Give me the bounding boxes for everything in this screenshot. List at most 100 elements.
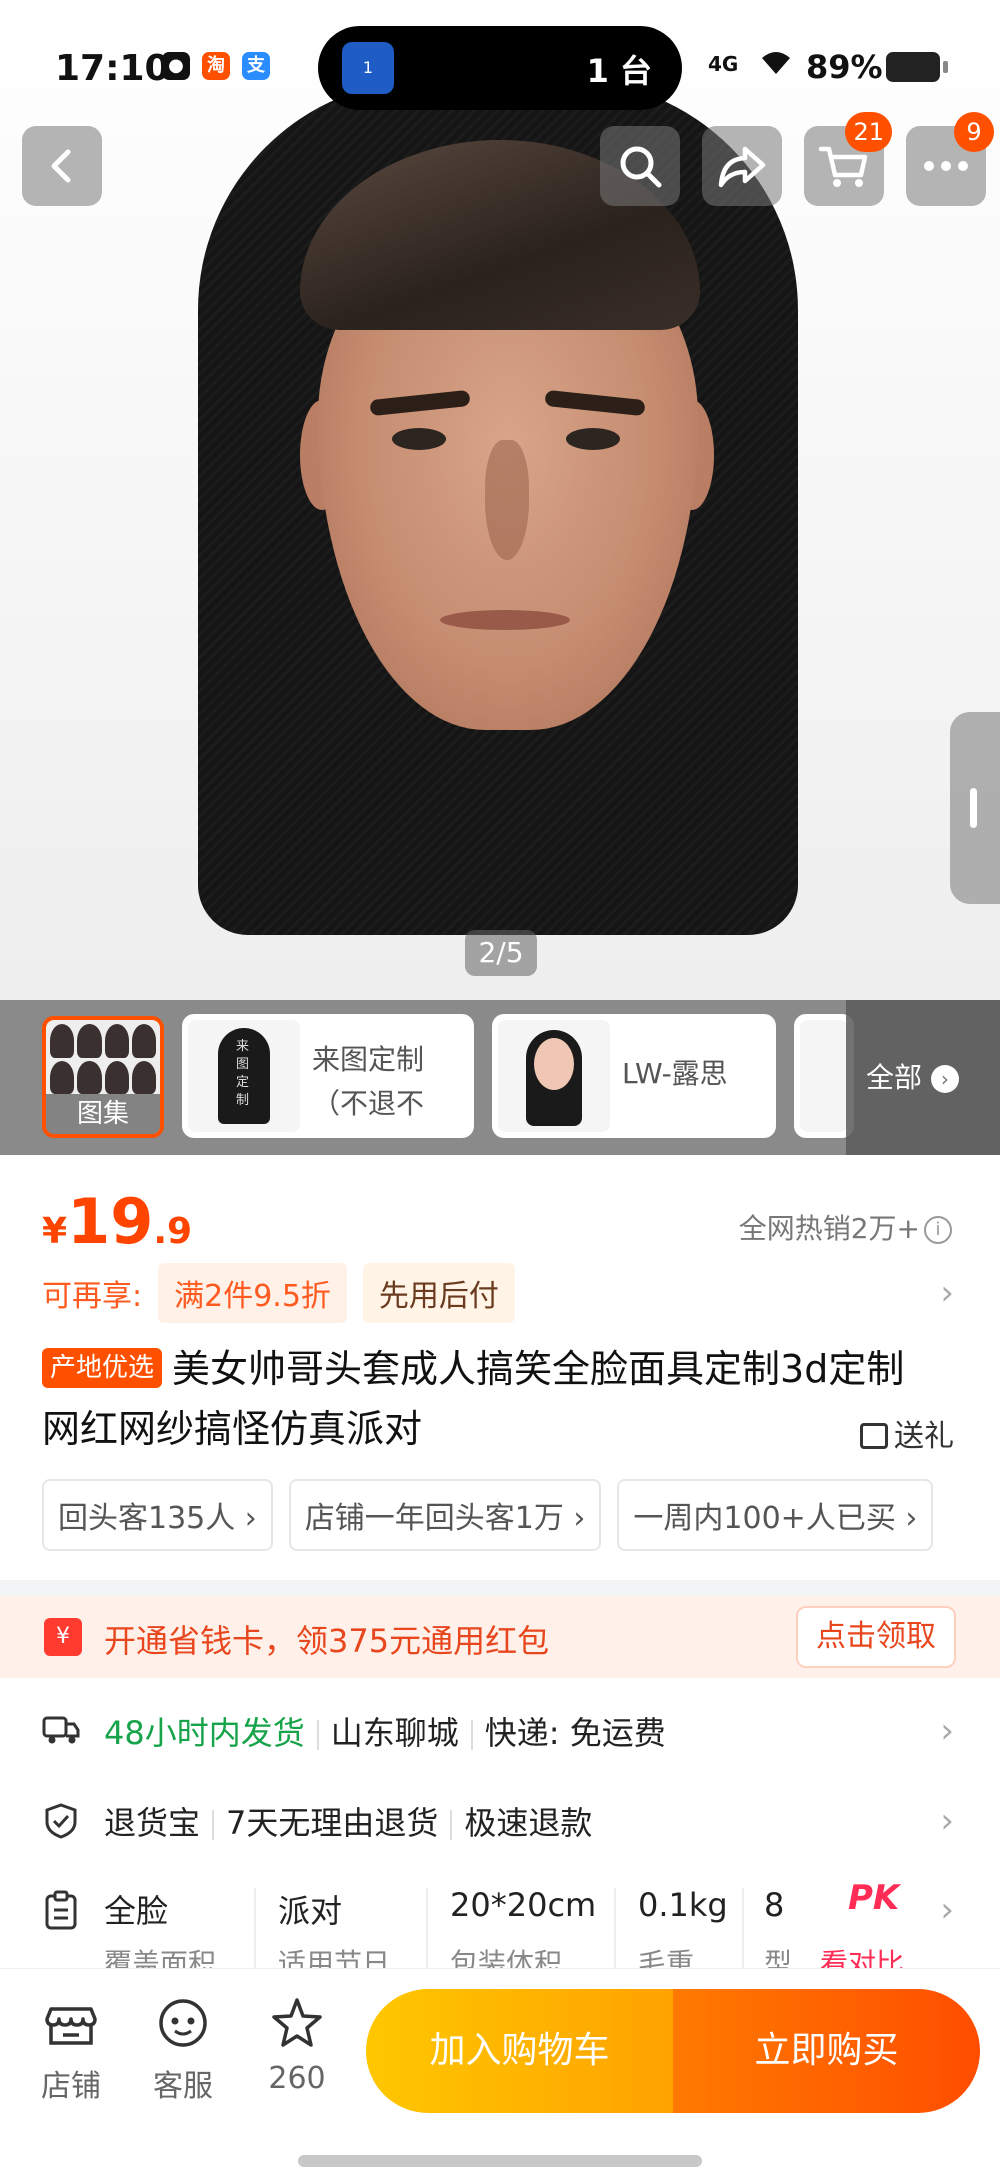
island-text: 1 台 xyxy=(586,52,652,90)
product-info: ¥19.9 全网热销2万+ i 可再享: 满2件9.5折 先用后付 › 产地优选美… xyxy=(0,1155,1000,1580)
bottom-action-bar: 店铺 客服 260 加入购物车 立即购买 xyxy=(0,1968,1000,2183)
sales-hot-label: 全网热销2万+ xyxy=(738,1212,920,1245)
pk-compare-icon[interactable]: PK xyxy=(848,1878,899,1918)
sku-custom-line2: （不退不 xyxy=(312,1087,425,1120)
price-decimal: .9 xyxy=(153,1211,193,1252)
savings-card-banner: ¥ 开通省钱卡，领375元通用红包 点击领取 xyxy=(0,1596,1000,1678)
spec-festival-value: 派对 xyxy=(278,1892,343,1930)
cart-button[interactable]: 21 xyxy=(804,112,892,206)
returns-row[interactable]: 退货宝 7天无理由退货 极速退款 › xyxy=(0,1776,1000,1866)
spec-divider xyxy=(614,1888,616,1968)
sku-gallery-thumb[interactable]: 图集 xyxy=(42,1016,164,1138)
favorite-tab[interactable]: 260 xyxy=(252,1995,342,2096)
promo-discount-tag: 满2件9.5折 xyxy=(158,1263,347,1323)
shipping-fee: 快递: 免运费 xyxy=(484,1714,666,1752)
status-app-icons: ● 淘 支 xyxy=(162,52,270,80)
returns-text: 退货宝 7天无理由退货 极速退款 xyxy=(104,1798,592,1844)
store-icon xyxy=(45,2007,97,2045)
returns-seven-day: 7天无理由退货 xyxy=(226,1804,439,1842)
spec-package-value: 20*20cm xyxy=(450,1886,597,1924)
purchase-buttons: 加入购物车 立即购买 xyxy=(366,1989,980,2113)
store-tab[interactable]: 店铺 xyxy=(26,1995,116,2105)
alipay-icon: 支 xyxy=(242,52,270,80)
chevron-right-icon: › xyxy=(940,1801,954,1841)
spec-divider xyxy=(426,1888,428,1968)
chevron-right-icon[interactable]: › xyxy=(940,1273,954,1313)
chip-repeat-customers[interactable]: 回头客135人 › xyxy=(42,1479,273,1551)
sku-strip: 图集 来图定制 来图定制 （不退不 LW-露思 全部 › xyxy=(0,1000,1000,1155)
chevron-left-icon xyxy=(51,149,71,183)
sku-option-lw[interactable]: LW-露思 xyxy=(492,1014,776,1138)
chat-face-icon xyxy=(159,1999,207,2047)
returns-insurance: 退货宝 xyxy=(104,1804,201,1842)
service-section: 48小时内发货 山东聊城 快递: 免运费 › 退货宝 7天无理由退货 极速退款 › 全脸… xyxy=(0,1678,1000,1980)
wifi-icon xyxy=(758,46,794,84)
spec-row[interactable]: 全脸 覆盖面积 派对 适用节日 20*20cm 包装体积 0.1kg 毛重 8 … xyxy=(0,1866,1000,1980)
status-time: 17:10 xyxy=(55,48,170,89)
savings-card-text: 开通省钱卡，领375元通用红包 xyxy=(104,1622,550,1660)
sales-hot-text[interactable]: 全网热销2万+ i xyxy=(739,1207,952,1247)
origin-badge: 产地优选 xyxy=(42,1348,163,1388)
spec-divider xyxy=(254,1888,256,1968)
info-icon: i xyxy=(924,1216,952,1244)
gift-button[interactable]: 送礼 xyxy=(860,1411,954,1455)
sku-all-button[interactable]: 全部 › xyxy=(846,1000,1000,1155)
price-currency: ¥ xyxy=(42,1211,68,1252)
chevron-right-icon: › xyxy=(940,1711,954,1751)
product-title: 产地优选 美女帅哥头套成人搞笑全脸面具定制3d定制网红网纱搞怪仿真派对 xyxy=(42,1339,942,1459)
more-button[interactable]: 9 xyxy=(906,112,994,206)
sku-custom-label: 来图定制 （不退不 xyxy=(312,1038,424,1126)
battery-icon xyxy=(886,52,948,82)
chip-store-repeat[interactable]: 店铺一年回头客1万 › xyxy=(288,1479,602,1551)
search-button[interactable] xyxy=(600,126,680,206)
shipping-text: 48小时内发货 山东聊城 快递: 免运费 xyxy=(104,1708,666,1754)
spec-divider xyxy=(742,1888,744,1968)
clipboard-icon xyxy=(42,1890,80,1930)
red-packet-icon: ¥ xyxy=(44,1618,82,1656)
status-bar: 17:10 ● 淘 支 1 1 台 4G 89% xyxy=(0,0,1000,130)
favorite-count: 260 xyxy=(268,2061,326,2096)
side-drawer-handle[interactable] xyxy=(950,712,1000,904)
buy-now-button[interactable]: 立即购买 xyxy=(673,1989,980,2113)
sku-gallery-label: 图集 xyxy=(46,1094,160,1134)
sku-all-label: 全部 xyxy=(866,1061,923,1094)
mask-eye-right xyxy=(566,428,620,450)
spec-coverage-value: 全脸 xyxy=(104,1892,169,1930)
claim-button[interactable]: 点击领取 xyxy=(796,1606,956,1668)
broadcast-icon: 1 xyxy=(342,42,394,94)
sku-lw-label: LW-露思 xyxy=(622,1057,728,1090)
mask-eye-left xyxy=(392,428,446,450)
spec-weight-value: 0.1kg xyxy=(638,1886,728,1924)
add-to-cart-button[interactable]: 加入购物车 xyxy=(366,1989,673,2113)
sku-option-partial[interactable] xyxy=(794,1014,854,1138)
shipping-time: 48小时内发货 xyxy=(104,1714,305,1752)
mask-nose xyxy=(485,440,529,560)
gallery-face-grid xyxy=(50,1024,156,1094)
star-icon xyxy=(272,1998,322,2047)
sku-option-custom[interactable]: 来图定制 来图定制 （不退不 xyxy=(182,1014,474,1138)
image-pager: 2/5 xyxy=(465,930,537,976)
shipping-row[interactable]: 48小时内发货 山东聊城 快递: 免运费 › xyxy=(0,1686,1000,1776)
promo-label: 可再享: xyxy=(42,1279,143,1314)
promo-row[interactable]: 可再享: 满2件9.5折 先用后付 xyxy=(42,1263,515,1323)
share-button[interactable] xyxy=(702,126,782,206)
trust-chips: 回头客135人 › 店铺一年回头客1万 › 一周内100+人已买 › xyxy=(42,1479,934,1551)
dynamic-island[interactable]: 1 1 台 xyxy=(318,26,682,110)
returns-fast-refund: 极速退款 xyxy=(464,1804,593,1842)
store-label: 店铺 xyxy=(41,2069,101,2104)
service-tab[interactable]: 客服 xyxy=(138,1995,228,2105)
price: ¥19.9 xyxy=(42,1185,192,1258)
cart-count-badge: 21 xyxy=(845,112,892,152)
chevron-right-icon: › xyxy=(940,1890,954,1930)
sku-lw-thumb xyxy=(498,1020,610,1132)
chip-weekly-buyers[interactable]: 一周内100+人已买 › xyxy=(617,1479,934,1551)
home-indicator[interactable] xyxy=(298,2155,702,2167)
service-label: 客服 xyxy=(153,2069,213,2104)
promo-paylater-tag: 先用后付 xyxy=(362,1263,515,1323)
qq-icon: ● xyxy=(162,52,190,80)
price-integer: 19 xyxy=(67,1185,154,1258)
mask-mouth xyxy=(440,610,570,630)
sku-custom-thumb: 来图定制 xyxy=(188,1020,300,1132)
battery-percent: 89% xyxy=(806,48,883,86)
back-button[interactable] xyxy=(22,126,102,206)
